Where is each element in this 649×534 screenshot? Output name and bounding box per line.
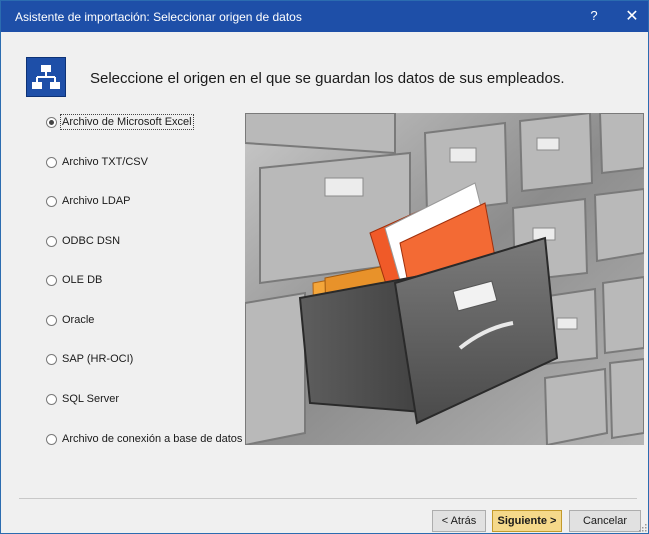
help-button[interactable]: ?: [584, 8, 604, 26]
next-button[interactable]: Siguiente >: [492, 510, 562, 532]
radio-button[interactable]: [46, 274, 57, 286]
close-button[interactable]: ✕: [621, 6, 643, 26]
option-label: Oracle: [62, 314, 95, 326]
option-ole-db[interactable]: OLE DB: [46, 271, 102, 289]
title-bar[interactable]: Asistente de importación: Seleccionar or…: [1, 1, 648, 32]
option-label: ODBC DSN: [62, 235, 121, 247]
option-label: SAP (HR-OCI): [62, 353, 134, 365]
radio-button[interactable]: [46, 195, 57, 207]
wizard-window: Asistente de importación: Seleccionar or…: [0, 0, 649, 534]
radio-button[interactable]: [46, 314, 57, 326]
option-odbc-dsn[interactable]: ODBC DSN: [46, 232, 120, 250]
back-button[interactable]: < Atrás: [432, 510, 486, 532]
option-label: Archivo de Microsoft Excel: [60, 114, 194, 130]
radio-button[interactable]: [46, 156, 57, 168]
option-label: Archivo LDAP: [62, 195, 131, 207]
option-sql-server[interactable]: SQL Server: [46, 390, 119, 408]
file-cabinet-drawer-illustration: [245, 113, 644, 445]
instruction-text: Seleccione el origen en el que se guarda…: [90, 70, 565, 87]
radio-button[interactable]: [46, 353, 57, 365]
option-oracle[interactable]: Oracle: [46, 311, 94, 329]
resize-grip-icon[interactable]: [637, 522, 647, 532]
radio-button[interactable]: [46, 235, 57, 247]
radio-button[interactable]: [46, 393, 57, 405]
option-db-connection-file[interactable]: Archivo de conexión a base de datos: [46, 430, 242, 448]
option-label: Archivo TXT/CSV: [62, 156, 148, 168]
option-excel[interactable]: Archivo de Microsoft Excel: [46, 113, 194, 131]
network-diagram-icon: [26, 57, 66, 97]
option-ldap[interactable]: Archivo LDAP: [46, 192, 130, 210]
option-label: Archivo de conexión a base de datos: [62, 433, 243, 445]
window-title: Asistente de importación: Seleccionar or…: [15, 10, 302, 24]
radio-button[interactable]: [46, 433, 57, 445]
radio-button[interactable]: [46, 116, 57, 128]
option-label: OLE DB: [62, 274, 103, 286]
cancel-button[interactable]: Cancelar: [569, 510, 641, 532]
option-txt-csv[interactable]: Archivo TXT/CSV: [46, 153, 148, 171]
footer-divider: [19, 498, 637, 499]
option-sap[interactable]: SAP (HR-OCI): [46, 350, 133, 368]
option-label: SQL Server: [62, 393, 120, 405]
